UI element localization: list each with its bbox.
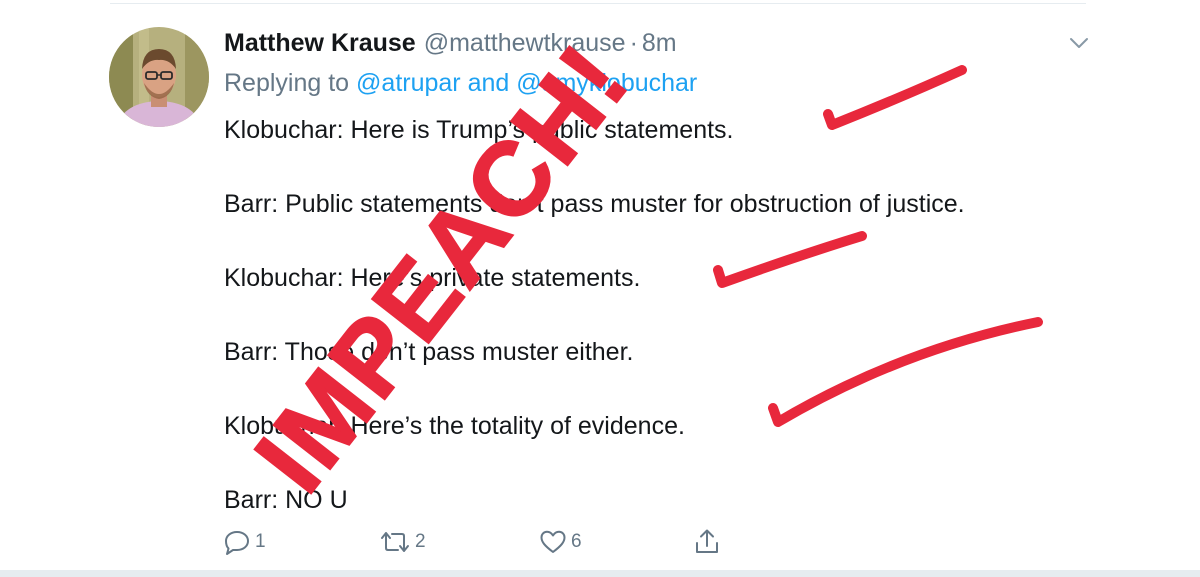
reply-count: 1 (255, 531, 266, 552)
reply-icon (222, 527, 252, 557)
user-handle[interactable]: @matthewtkrause (424, 26, 626, 60)
top-divider (110, 3, 1086, 4)
tweet-body: Klobuchar: Here is Trump’s public statem… (224, 112, 1104, 519)
share-button[interactable] (692, 526, 722, 558)
tweet-header: Matthew Krause @matthewtkrause · 8m (224, 26, 677, 60)
separator-dot: · (629, 29, 638, 57)
tweet-line: Barr: Public statements don’t pass muste… (224, 190, 965, 218)
tweet-line: Klobuchar: Here’s private statements. (224, 264, 641, 292)
share-icon (692, 527, 722, 557)
heart-icon (538, 527, 568, 557)
replying-to-label: Replying to (224, 69, 350, 97)
retweet-count: 2 (415, 531, 426, 552)
tweet-screenshot: Matthew Krause @matthewtkrause · 8m Repl… (0, 0, 1200, 577)
bottom-divider (0, 570, 1200, 577)
mention-conjunction[interactable]: and (468, 69, 510, 97)
like-count: 6 (571, 531, 582, 552)
replying-to: Replying to @atrupar and @amyklobuchar (224, 66, 697, 100)
tweet-line: Klobuchar: Here is Trump’s public statem… (224, 116, 734, 144)
avatar[interactable] (109, 27, 209, 127)
retweet-icon (378, 527, 412, 557)
like-button[interactable]: 6 (538, 526, 582, 558)
retweet-button[interactable]: 2 (378, 526, 426, 558)
timestamp[interactable]: 8m (642, 26, 677, 60)
tweet-line: Barr: NO U (224, 486, 348, 514)
mention-link-amyklobuchar[interactable]: @amyklobuchar (516, 69, 697, 97)
mention-link-atrupar[interactable]: @atrupar (356, 69, 461, 97)
reply-button[interactable]: 1 (222, 526, 266, 558)
tweet-line: Klobuchar: Here’s the totality of eviden… (224, 412, 685, 440)
tweet-line: Barr: Those don’t pass muster either. (224, 338, 634, 366)
chevron-down-icon[interactable] (1066, 30, 1092, 56)
display-name[interactable]: Matthew Krause (224, 26, 416, 60)
